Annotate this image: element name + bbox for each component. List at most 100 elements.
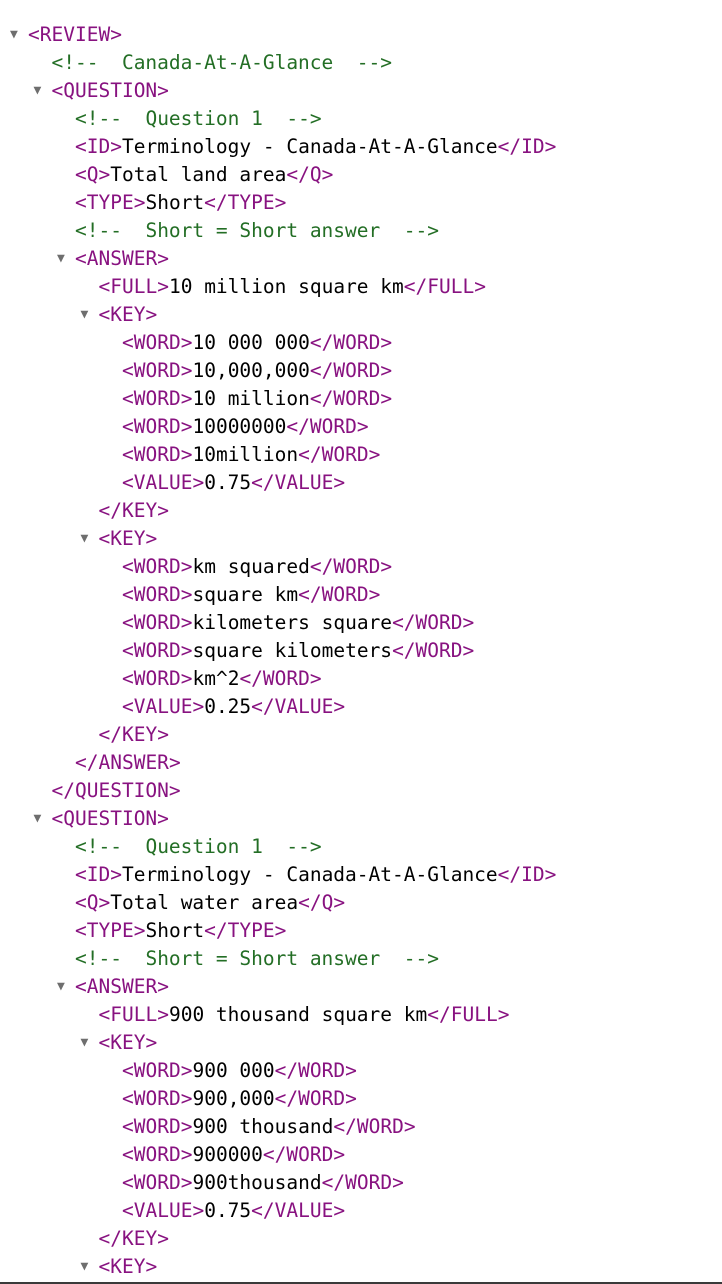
xml-document-tree: ▼ <REVIEW> <!-- Canada-At-A-Glance --> ▼ <QU… (0, 21, 722, 1281)
disclosure-triangle-icon[interactable]: ▼ (81, 301, 95, 329)
element-text: Short (145, 919, 205, 942)
xml-line-element-id: <ID>Terminology - Canada-At-A-Glance</ID… (0, 861, 722, 889)
tag-name: ANSWER (98, 751, 169, 774)
tag-bracket: > (345, 1059, 357, 1082)
element-text: 900 thousand (192, 1115, 334, 1138)
tag-name: ANSWER (86, 247, 158, 270)
tag-bracket: </ (262, 1143, 287, 1166)
tag-name: WORD (298, 1087, 346, 1110)
disclosure-triangle-icon[interactable]: ▼ (57, 245, 71, 273)
tag-bracket: > (110, 863, 122, 886)
disclosure-triangle-icon[interactable]: ▼ (81, 1029, 95, 1057)
tag-bracket: < (122, 1171, 134, 1194)
xml-line-open-question[interactable]: ▼ <QUESTION> (0, 77, 722, 105)
disclosure-triangle-icon[interactable]: ▼ (34, 805, 48, 833)
tag-bracket: </ (286, 415, 310, 438)
tag-name: Q (86, 163, 99, 186)
tag-bracket: > (180, 387, 193, 410)
tag-bracket: > (333, 891, 346, 914)
tag-bracket: > (309, 667, 322, 690)
xml-line-element-word: <WORD>square km</WORD> (0, 581, 722, 609)
xml-line-element-word: <WORD>10million</WORD> (0, 441, 722, 469)
tag-name: WORD (133, 331, 181, 354)
comment-text: Question 1 (145, 107, 263, 130)
xml-line-element-q: <Q>Total water area</Q> (0, 889, 722, 917)
tag-bracket: > (356, 415, 369, 438)
tag-name: KEY (121, 499, 158, 522)
tag-name: WORD (333, 555, 381, 578)
tag-name: WORD (356, 1115, 404, 1138)
xml-line-open-key[interactable]: ▼ <KEY> (0, 1029, 722, 1057)
tag-bracket: > (180, 1087, 193, 1110)
tag-name: QUESTION (74, 779, 169, 802)
element-text: km^2 (192, 667, 240, 690)
xml-line-open-answer[interactable]: ▼ <ANSWER> (0, 245, 722, 273)
tag-bracket: < (122, 415, 134, 438)
tag-name: WORD (133, 1059, 181, 1082)
xml-line-element-value: <VALUE>0.75</VALUE> (0, 1197, 722, 1225)
xml-line-open-key[interactable]: ▼ <KEY> (0, 301, 722, 329)
tag-bracket: </ (98, 723, 122, 746)
xml-line-open-key[interactable]: ▼ <KEY> (0, 1253, 722, 1281)
tag-name: WORD (298, 1059, 346, 1082)
xml-line-element-word: <WORD>900 thousand</WORD> (0, 1113, 722, 1141)
tag-bracket: > (180, 359, 193, 382)
tag-name: VALUE (274, 471, 334, 494)
tag-name: FULL (110, 275, 158, 298)
tag-bracket: > (180, 1143, 193, 1166)
element-text: km squared (192, 555, 310, 578)
disclosure-triangle-icon[interactable]: ▼ (10, 21, 24, 49)
tag-name: QUESTION (63, 79, 158, 102)
element-text: Total water area (110, 891, 299, 914)
tag-name: WORD (133, 639, 181, 662)
tag-bracket: </ (251, 1199, 275, 1222)
tag-name: WORD (309, 415, 357, 438)
tag-name: KEY (121, 723, 158, 746)
xml-line-element-word: <WORD>900000</WORD> (0, 1141, 722, 1169)
tag-bracket: </ (274, 1059, 299, 1082)
tag-bracket: < (98, 527, 111, 550)
tag-name: WORD (133, 611, 181, 634)
xml-line-open-review[interactable]: ▼ <REVIEW> (0, 21, 722, 49)
xml-line-close-answer: </ANSWER> (0, 749, 722, 777)
disclosure-triangle-icon[interactable]: ▼ (34, 77, 48, 105)
tag-bracket: < (122, 471, 134, 494)
xml-line-open-key[interactable]: ▼ <KEY> (0, 525, 722, 553)
disclosure-triangle-icon[interactable]: ▼ (81, 1253, 95, 1281)
element-text: 10 million square km (168, 275, 404, 298)
comment-open: <!-- (75, 107, 146, 130)
xml-line-element-word: <WORD>kilometers square</WORD> (0, 609, 722, 637)
tag-bracket: > (462, 611, 475, 634)
tag-bracket: < (75, 919, 87, 942)
xml-line-close-key: </KEY> (0, 1225, 722, 1253)
tag-name: Q (86, 891, 99, 914)
element-text: 900 thousand square km (168, 1003, 428, 1026)
xml-line-open-question[interactable]: ▼ <QUESTION> (0, 805, 722, 833)
tag-bracket: </ (321, 1171, 346, 1194)
tag-bracket: > (180, 1115, 193, 1138)
xml-line-open-answer[interactable]: ▼ <ANSWER> (0, 973, 722, 1001)
tag-bracket: < (51, 79, 64, 102)
tag-bracket: < (122, 1143, 134, 1166)
tag-bracket: > (333, 1143, 346, 1166)
disclosure-triangle-icon[interactable]: ▼ (57, 973, 71, 1001)
tag-bracket: > (192, 1199, 205, 1222)
tag-bracket: > (544, 135, 557, 158)
element-text: 0.75 (204, 1199, 252, 1222)
tag-bracket: </ (427, 1003, 451, 1026)
tag-name: WORD (133, 359, 181, 382)
tag-bracket: > (157, 275, 169, 298)
tag-bracket: > (180, 555, 193, 578)
tag-bracket: > (98, 163, 111, 186)
disclosure-triangle-icon[interactable]: ▼ (81, 525, 95, 553)
tag-name: REVIEW (39, 23, 111, 46)
xml-line-element-type: <TYPE>Short</TYPE> (0, 189, 722, 217)
comment-close: --> (380, 219, 439, 242)
tag-bracket: > (133, 919, 146, 942)
tag-bracket: < (122, 331, 134, 354)
tag-bracket: > (274, 191, 287, 214)
tag-bracket: > (380, 331, 393, 354)
tag-name: ANSWER (86, 975, 158, 998)
comment-close: --> (262, 835, 322, 858)
tag-name: ID (86, 863, 111, 886)
